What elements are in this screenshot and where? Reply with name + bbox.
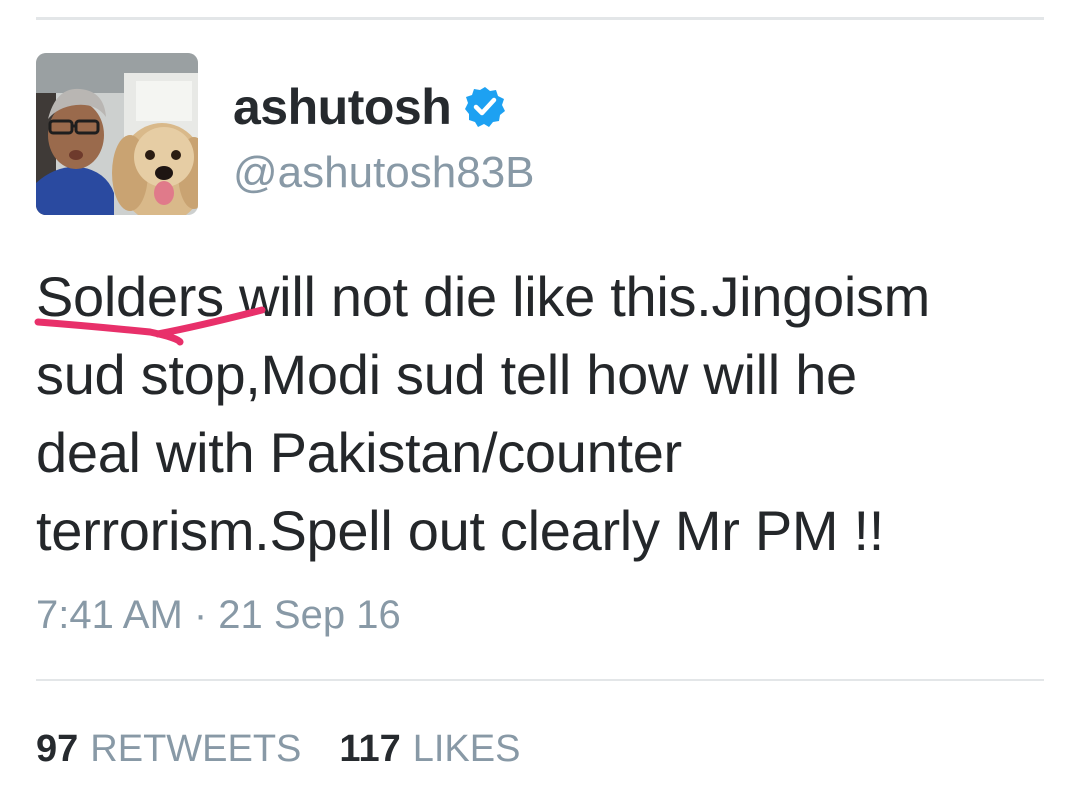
- author-name-row[interactable]: ashutosh: [233, 72, 507, 142]
- avatar[interactable]: [36, 53, 198, 215]
- likes-stat[interactable]: 117 LIKES: [339, 728, 520, 771]
- profile-photo: [36, 53, 198, 215]
- stats-divider: [36, 679, 1044, 681]
- likes-label: LIKES: [412, 727, 521, 770]
- retweets-label: RETWEETS: [90, 727, 302, 770]
- author-handle[interactable]: @ashutosh83B: [233, 148, 535, 198]
- verified-badge-icon: [465, 87, 506, 127]
- display-name[interactable]: ashutosh: [233, 78, 452, 136]
- retweets-stat[interactable]: 97 RETWEETS: [36, 728, 301, 771]
- tweet-stats: 97 RETWEETS 117 LIKES: [36, 724, 558, 774]
- retweets-count: 97: [36, 727, 79, 770]
- pink-underline-annotation: [34, 306, 266, 346]
- top-divider: [36, 17, 1044, 20]
- likes-count: 117: [339, 727, 401, 770]
- tweet-timestamp[interactable]: 7:41 AM · 21 Sep 16: [36, 593, 401, 638]
